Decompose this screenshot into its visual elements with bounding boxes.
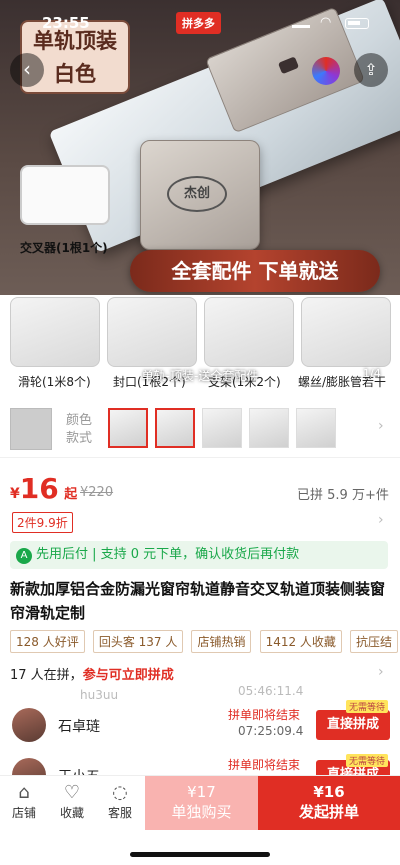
sku-label-color: 颜色 bbox=[66, 413, 93, 428]
sku-thumb-main[interactable] bbox=[10, 408, 52, 450]
group-buy-count: 17 人在拼， bbox=[10, 668, 83, 683]
pay-later-text: 先用后付 | 支持 0 元下单，确认收货后再付款 bbox=[36, 547, 300, 562]
chevron-left-icon: ‹ bbox=[23, 57, 31, 81]
crossover-inset-image bbox=[20, 165, 110, 225]
avatar bbox=[12, 708, 46, 742]
group-status: 拼单即将结束 bbox=[228, 758, 301, 772]
price: ¥16 起 bbox=[10, 472, 77, 505]
back-button[interactable]: ‹ bbox=[10, 53, 44, 87]
chevron-right-icon[interactable]: › bbox=[378, 664, 384, 680]
currency-symbol: ¥ bbox=[10, 486, 20, 502]
pay-later-banner[interactable]: A 先用后付 | 支持 0 元下单，确认收货后再付款 bbox=[10, 541, 388, 569]
group-buy-summary[interactable]: 17 人在拼，参与可立即拼成 bbox=[10, 664, 174, 683]
sold-count: 已拼 5.9 万+件 bbox=[297, 488, 389, 503]
pulley-thumb bbox=[10, 297, 100, 367]
sku-label-style: 款式 bbox=[66, 431, 93, 446]
group-countdown: 07:25:09.4 bbox=[238, 724, 304, 738]
tag-pill[interactable]: 抗压结 bbox=[350, 630, 399, 653]
group-ghost-time: 05:46:11.4 bbox=[238, 684, 304, 698]
no-wait-badge: 无需等待 bbox=[346, 700, 389, 713]
tag-pill[interactable]: 1412 人收藏 bbox=[259, 630, 342, 653]
screw-thumb bbox=[301, 297, 391, 367]
group-label: 发起拼单 bbox=[298, 803, 359, 821]
chevron-right-icon[interactable]: › bbox=[378, 418, 384, 434]
sku-option[interactable] bbox=[202, 408, 242, 448]
tag-pill[interactable]: 回头客 137 人 bbox=[92, 630, 184, 653]
tag-pill[interactable]: 128 人好评 bbox=[10, 630, 85, 653]
pay-later-icon: A bbox=[16, 548, 32, 564]
shop-icon: ⌂ bbox=[18, 782, 30, 803]
image-pager: 1/4 bbox=[363, 367, 381, 380]
sku-option[interactable] bbox=[296, 408, 336, 448]
group-ghost-name: hu3uu bbox=[80, 688, 119, 702]
sku-option[interactable] bbox=[108, 408, 148, 448]
app-brand-badge: 拼多多 bbox=[176, 12, 221, 34]
sku-option[interactable] bbox=[155, 408, 195, 448]
discount-badge[interactable]: 2件9.9折 bbox=[12, 512, 73, 533]
home-indicator bbox=[130, 852, 270, 857]
brand-logo: 杰创 bbox=[167, 176, 227, 212]
status-time: 23:55 bbox=[42, 14, 90, 32]
group-buy-highlight: 参与可立即拼成 bbox=[82, 668, 174, 683]
solo-label: 单独购买 bbox=[171, 803, 232, 821]
group-leader-name: 石卓琏 bbox=[58, 719, 100, 735]
group-price: ¥16 bbox=[313, 783, 345, 801]
group-row: 石卓琏 拼单即将结束 07:25:09.4 直接拼成 无需等待 bbox=[10, 700, 390, 750]
sku-option[interactable] bbox=[249, 408, 289, 448]
endcap-thumb bbox=[107, 297, 197, 367]
no-wait-badge: 无需等待 bbox=[346, 754, 389, 767]
group-status: 拼单即将结束 bbox=[228, 708, 301, 722]
promo-banner: 全套配件 下单就送 bbox=[130, 250, 380, 292]
share-icon: ⇪ bbox=[364, 60, 378, 79]
endcap-image: 杰创 bbox=[140, 140, 260, 250]
tag-pill[interactable]: 店铺热销 bbox=[191, 630, 252, 653]
tag-row: 128 人好评 回头客 137 人 店铺热销 1412 人收藏 抗压结 bbox=[10, 630, 400, 654]
avatar bbox=[12, 758, 46, 775]
assistant-button[interactable] bbox=[312, 57, 340, 85]
original-price: ¥220 bbox=[80, 485, 114, 500]
share-button[interactable]: ⇪ bbox=[354, 53, 388, 87]
favorite-button[interactable]: ♡ 收藏 bbox=[52, 782, 92, 821]
status-bar: 23:55 拼多多 ◠ bbox=[0, 0, 400, 44]
shop-label: 店铺 bbox=[11, 806, 36, 820]
sku-selector[interactable]: 颜色 款式 › bbox=[0, 398, 400, 458]
service-label: 客服 bbox=[107, 806, 132, 820]
shop-button[interactable]: ⌂ 店铺 bbox=[4, 782, 44, 821]
favorite-label: 收藏 bbox=[59, 806, 84, 820]
signal-icon bbox=[292, 18, 310, 28]
heart-icon: ♡ bbox=[63, 782, 81, 803]
price-suffix: 起 bbox=[64, 487, 78, 502]
battery-icon bbox=[345, 18, 369, 29]
buy-alone-button[interactable]: ¥17 单独购买 bbox=[145, 776, 258, 830]
chevron-right-icon[interactable]: › bbox=[378, 512, 384, 528]
inset-label: 交叉器(1根1个) bbox=[20, 241, 108, 255]
chat-icon: ◌ bbox=[112, 782, 128, 803]
join-group-button[interactable]: 直接拼成 bbox=[316, 710, 390, 740]
product-image-carousel[interactable]: 杰创 单轨顶装 白色 交叉器(1根1个) 全套配件 下单就送 滑轮(1米8个) … bbox=[0, 0, 400, 395]
bottom-action-bar: ⌂ 店铺 ♡ 收藏 ◌ 客服 ¥17 单独购买 ¥16 发起拼单 bbox=[0, 775, 400, 830]
wifi-icon: ◠ bbox=[320, 15, 332, 30]
group-leader-name: 王小五 bbox=[58, 766, 100, 775]
product-title: 新款加厚铝合金防漏光窗帘轨道静音交叉轨道顶装侧装窗帘滑轨定制 bbox=[10, 580, 386, 622]
solo-price: ¥17 bbox=[187, 783, 216, 801]
image-caption: 单轨-顶装-送全套配件 bbox=[141, 369, 259, 383]
group-row: 王小五 拼单即将结束 直接拼成 无需等待 bbox=[10, 754, 390, 775]
price-value: 16 bbox=[19, 472, 59, 505]
customer-service-button[interactable]: ◌ 客服 bbox=[100, 782, 140, 821]
bracket-thumb bbox=[204, 297, 294, 367]
sku-label: 颜色 款式 bbox=[66, 412, 92, 448]
start-group-buy-button[interactable]: ¥16 发起拼单 bbox=[258, 776, 400, 830]
